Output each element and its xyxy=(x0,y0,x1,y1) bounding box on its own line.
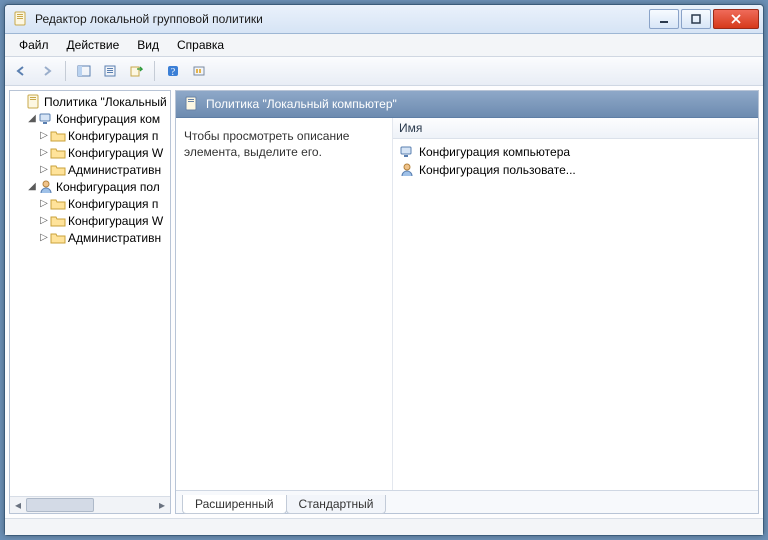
minimize-button[interactable] xyxy=(649,9,679,29)
list-panel: Имя Конфигурация компьютера Конфигурация… xyxy=(393,118,758,490)
tab-extended[interactable]: Расширенный xyxy=(182,495,287,514)
menu-file[interactable]: Файл xyxy=(11,36,57,54)
tab-label: Стандартный xyxy=(299,497,374,511)
folder-icon xyxy=(50,128,66,144)
list-item-computer-config[interactable]: Конфигурация компьютера xyxy=(393,143,758,161)
user-icon xyxy=(399,162,415,178)
tree-user-config[interactable]: ◢ Конфигурация пол xyxy=(10,178,170,195)
policy-icon xyxy=(26,94,42,110)
scroll-left-button[interactable]: ◂ xyxy=(10,497,26,513)
toolbar: ? xyxy=(5,57,763,86)
window-title: Редактор локальной групповой политики xyxy=(35,12,263,26)
tree-hscrollbar[interactable]: ◂ ▸ xyxy=(10,496,170,513)
list-item-label: Конфигурация компьютера xyxy=(419,145,570,159)
menu-view[interactable]: Вид xyxy=(129,36,167,54)
scroll-thumb[interactable] xyxy=(26,498,94,512)
tree-item[interactable]: ▷ Административн xyxy=(10,229,170,246)
menubar: Файл Действие Вид Справка xyxy=(5,34,763,57)
tree-item[interactable]: ▷ Конфигурация п xyxy=(10,127,170,144)
expand-icon[interactable]: ▷ xyxy=(38,147,50,158)
folder-icon xyxy=(50,230,66,246)
folder-icon xyxy=(50,213,66,229)
tab-label: Расширенный xyxy=(195,497,274,511)
menu-action[interactable]: Действие xyxy=(59,36,128,54)
computer-icon xyxy=(38,111,54,127)
computer-icon xyxy=(399,144,415,160)
close-button[interactable] xyxy=(713,9,759,29)
tree-label: Конфигурация п xyxy=(68,129,158,143)
folder-icon xyxy=(50,145,66,161)
tree-item[interactable]: ▷ Конфигурация п xyxy=(10,195,170,212)
description-text: Чтобы просмотреть описание элемента, выд… xyxy=(184,129,349,159)
expand-icon[interactable]: ▷ xyxy=(38,215,50,226)
main-title: Политика "Локальный компьютер" xyxy=(206,97,397,111)
list-item-label: Конфигурация пользовате... xyxy=(419,163,576,177)
collapse-icon[interactable]: ◢ xyxy=(26,113,38,124)
main-pane: Политика "Локальный компьютер" Чтобы про… xyxy=(175,90,759,514)
toolbar-help-button[interactable]: ? xyxy=(161,59,185,83)
toolbar-export-button[interactable] xyxy=(124,59,148,83)
tab-standard[interactable]: Стандартный xyxy=(286,495,387,514)
maximize-button[interactable] xyxy=(681,9,711,29)
tree-computer-config[interactable]: ◢ Конфигурация ком xyxy=(10,110,170,127)
tree[interactable]: Политика "Локальный ◢ Конфигурация ком ▷… xyxy=(10,91,170,496)
toolbar-filter-button[interactable] xyxy=(187,59,211,83)
main-header: Политика "Локальный компьютер" xyxy=(176,91,758,118)
column-header-name[interactable]: Имя xyxy=(393,118,758,139)
app-icon xyxy=(13,11,29,27)
description-panel: Чтобы просмотреть описание элемента, выд… xyxy=(176,118,393,490)
list-item-user-config[interactable]: Конфигурация пользовате... xyxy=(393,161,758,179)
expand-icon[interactable]: ▷ xyxy=(38,198,50,209)
expand-icon[interactable]: ▷ xyxy=(38,232,50,243)
back-button[interactable] xyxy=(9,59,33,83)
statusbar xyxy=(5,518,763,535)
toolbar-show-tree-button[interactable] xyxy=(72,59,96,83)
forward-button[interactable] xyxy=(35,59,59,83)
expand-icon[interactable]: ▷ xyxy=(38,164,50,175)
tree-label: Конфигурация пол xyxy=(56,180,160,194)
toolbar-properties-button[interactable] xyxy=(98,59,122,83)
app-window: Редактор локальной групповой политики Фа… xyxy=(4,4,764,536)
tree-root[interactable]: Политика "Локальный xyxy=(10,93,170,110)
tree-label: Конфигурация ком xyxy=(56,112,160,126)
column-header-label: Имя xyxy=(399,121,422,135)
tree-pane: Политика "Локальный ◢ Конфигурация ком ▷… xyxy=(9,90,171,514)
menu-help[interactable]: Справка xyxy=(169,36,232,54)
tree-label: Конфигурация W xyxy=(68,146,163,160)
tree-label: Административн xyxy=(68,163,161,177)
policy-icon xyxy=(184,96,200,112)
tabstrip: Расширенный Стандартный xyxy=(176,490,758,513)
titlebar[interactable]: Редактор локальной групповой политики xyxy=(5,5,763,34)
expand-icon[interactable]: ▷ xyxy=(38,130,50,141)
client-area: Политика "Локальный ◢ Конфигурация ком ▷… xyxy=(5,86,763,518)
folder-icon xyxy=(50,196,66,212)
tree-item[interactable]: ▷ Административн xyxy=(10,161,170,178)
svg-text:?: ? xyxy=(171,67,176,78)
tree-label: Административн xyxy=(68,231,161,245)
tree-item[interactable]: ▷ Конфигурация W xyxy=(10,212,170,229)
tree-root-label: Политика "Локальный xyxy=(44,95,167,109)
tree-label: Конфигурация п xyxy=(68,197,158,211)
tree-label: Конфигурация W xyxy=(68,214,163,228)
scroll-right-button[interactable]: ▸ xyxy=(154,497,170,513)
user-icon xyxy=(38,179,54,195)
tree-item[interactable]: ▷ Конфигурация W xyxy=(10,144,170,161)
collapse-icon[interactable]: ◢ xyxy=(26,181,38,192)
folder-icon xyxy=(50,162,66,178)
